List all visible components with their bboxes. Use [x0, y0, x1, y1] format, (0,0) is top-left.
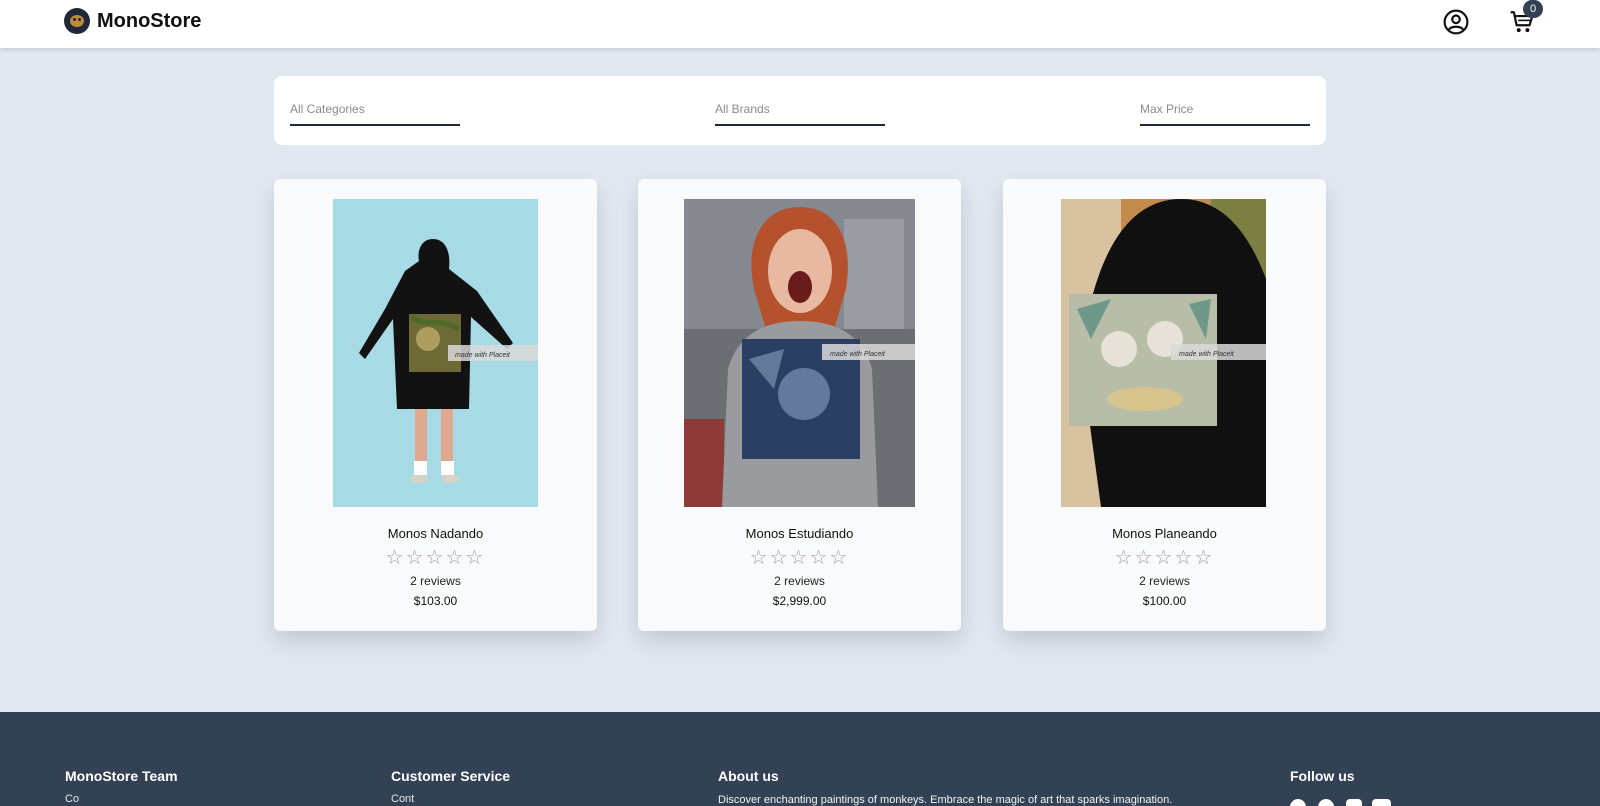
rating-stars: ☆☆☆☆☆	[385, 547, 486, 569]
product-card[interactable]: made with Placeit Monos Planeando ☆☆☆☆☆ …	[1003, 179, 1326, 631]
max-price-placeholder: Max Price	[1140, 102, 1194, 116]
footer-team-heading: MonoStore Team	[65, 768, 178, 784]
brand-select[interactable]: All Brands	[715, 102, 885, 126]
monkey-logo-icon	[64, 8, 90, 34]
placeit-watermark: made with Placeit	[830, 351, 886, 358]
review-count: 2 reviews	[774, 574, 825, 588]
product-name[interactable]: Monos Estudiando	[638, 526, 961, 541]
footer-contact-link[interactable]: Cont	[391, 793, 414, 805]
max-price-input[interactable]: Max Price	[1140, 102, 1310, 126]
product-image[interactable]: made with Placeit	[333, 199, 538, 507]
product-price: $103.00	[413, 594, 458, 608]
review-count: 2 reviews	[1139, 574, 1190, 588]
brand-name: MonoStore	[97, 9, 202, 32]
product-name[interactable]: Monos Nadando	[274, 526, 597, 541]
product-card[interactable]: made with Placeit Monos Estudiando ☆☆☆☆☆…	[638, 179, 961, 631]
brand-logo-link[interactable]: MonoStore	[64, 8, 201, 34]
product-image[interactable]: made with Placeit	[1061, 199, 1266, 507]
footer-about-text: Discover enchanting paintings of monkeys…	[718, 794, 1173, 806]
product-name[interactable]: Monos Planeando	[1003, 526, 1326, 541]
product-price: $2,999.00	[772, 594, 827, 608]
product-price: $100.00	[1142, 594, 1187, 608]
header: MonoStore 0	[0, 0, 1600, 48]
review-count: 2 reviews	[410, 574, 461, 588]
footer-service-heading: Customer Service	[391, 768, 511, 784]
footer-follow-heading: Follow us	[1290, 768, 1355, 784]
brand-select-label: All Brands	[715, 102, 770, 116]
footer: MonoStore Team Customer Service About us…	[0, 712, 1600, 806]
footer-team-link[interactable]: Co	[65, 793, 79, 805]
rating-stars: ☆☆☆☆☆	[749, 547, 850, 569]
placeit-watermark: made with Placeit	[1179, 351, 1235, 358]
placeit-watermark: made with Placeit	[455, 352, 511, 359]
youtube-icon[interactable]	[1372, 799, 1391, 806]
rating-stars: ☆☆☆☆☆	[1114, 547, 1215, 569]
user-circle-icon[interactable]	[1443, 9, 1469, 35]
facebook-icon[interactable]	[1290, 799, 1306, 806]
category-select-label: All Categories	[290, 102, 365, 116]
pinterest-icon[interactable]	[1318, 799, 1334, 806]
category-select[interactable]: All Categories	[290, 102, 460, 126]
footer-about-heading: About us	[718, 768, 779, 784]
filters-panel: All Categories All Brands Max Price	[274, 76, 1326, 145]
product-image[interactable]: made with Placeit	[684, 199, 915, 507]
instagram-icon[interactable]	[1346, 799, 1362, 806]
cart-count-badge: 0	[1523, 0, 1543, 18]
product-card[interactable]: made with Placeit Monos Nadando ☆☆☆☆☆ 2 …	[274, 179, 597, 631]
